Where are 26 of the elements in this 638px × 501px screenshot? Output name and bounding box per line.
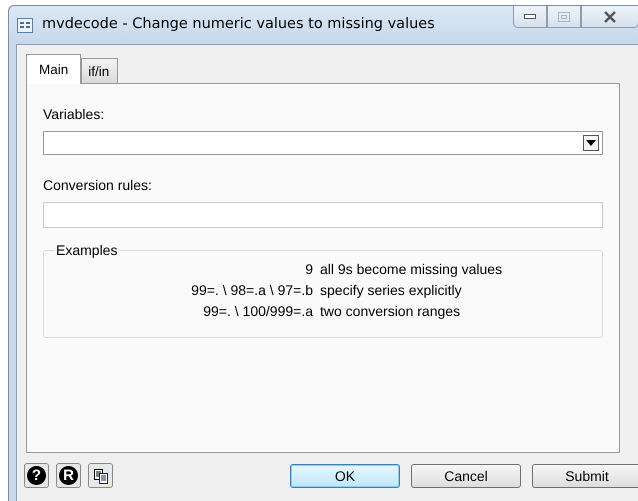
minimize-icon	[524, 14, 536, 20]
form-icon	[17, 18, 33, 32]
help-button[interactable]: ?	[24, 463, 49, 488]
tab[interactable]: Main	[26, 54, 82, 84]
dialog-button[interactable]: OK	[290, 464, 400, 488]
window-title: mvdecode - Change numeric values to missing values	[42, 16, 436, 34]
example-rule: 99=. \ 98=.a \ 97=.b	[190, 281, 313, 300]
tab[interactable]: if/in	[81, 58, 118, 83]
example-description: two conversion ranges	[320, 302, 462, 321]
minimize-button[interactable]	[513, 6, 547, 28]
maximize-icon	[558, 12, 570, 22]
dialog-button[interactable]: Submit	[532, 464, 638, 488]
example-rule: 9	[304, 260, 313, 279]
close-button[interactable]	[581, 6, 638, 28]
documents-icon	[92, 468, 108, 484]
example-rule: 99=. \ 100/999=.a	[202, 302, 313, 321]
reset-button[interactable]: R	[56, 463, 81, 488]
dialog-button[interactable]: Cancel	[411, 464, 521, 488]
input-field[interactable]	[43, 202, 603, 228]
close-icon	[603, 10, 617, 22]
group-title: Examples	[55, 242, 118, 258]
field-label: Conversion rules:	[43, 177, 153, 193]
copy-button[interactable]	[88, 463, 113, 488]
example-description: specify series explicitly	[320, 281, 463, 300]
field-label: Variables:	[43, 106, 106, 122]
example-description: all 9s become missing values	[320, 260, 504, 279]
